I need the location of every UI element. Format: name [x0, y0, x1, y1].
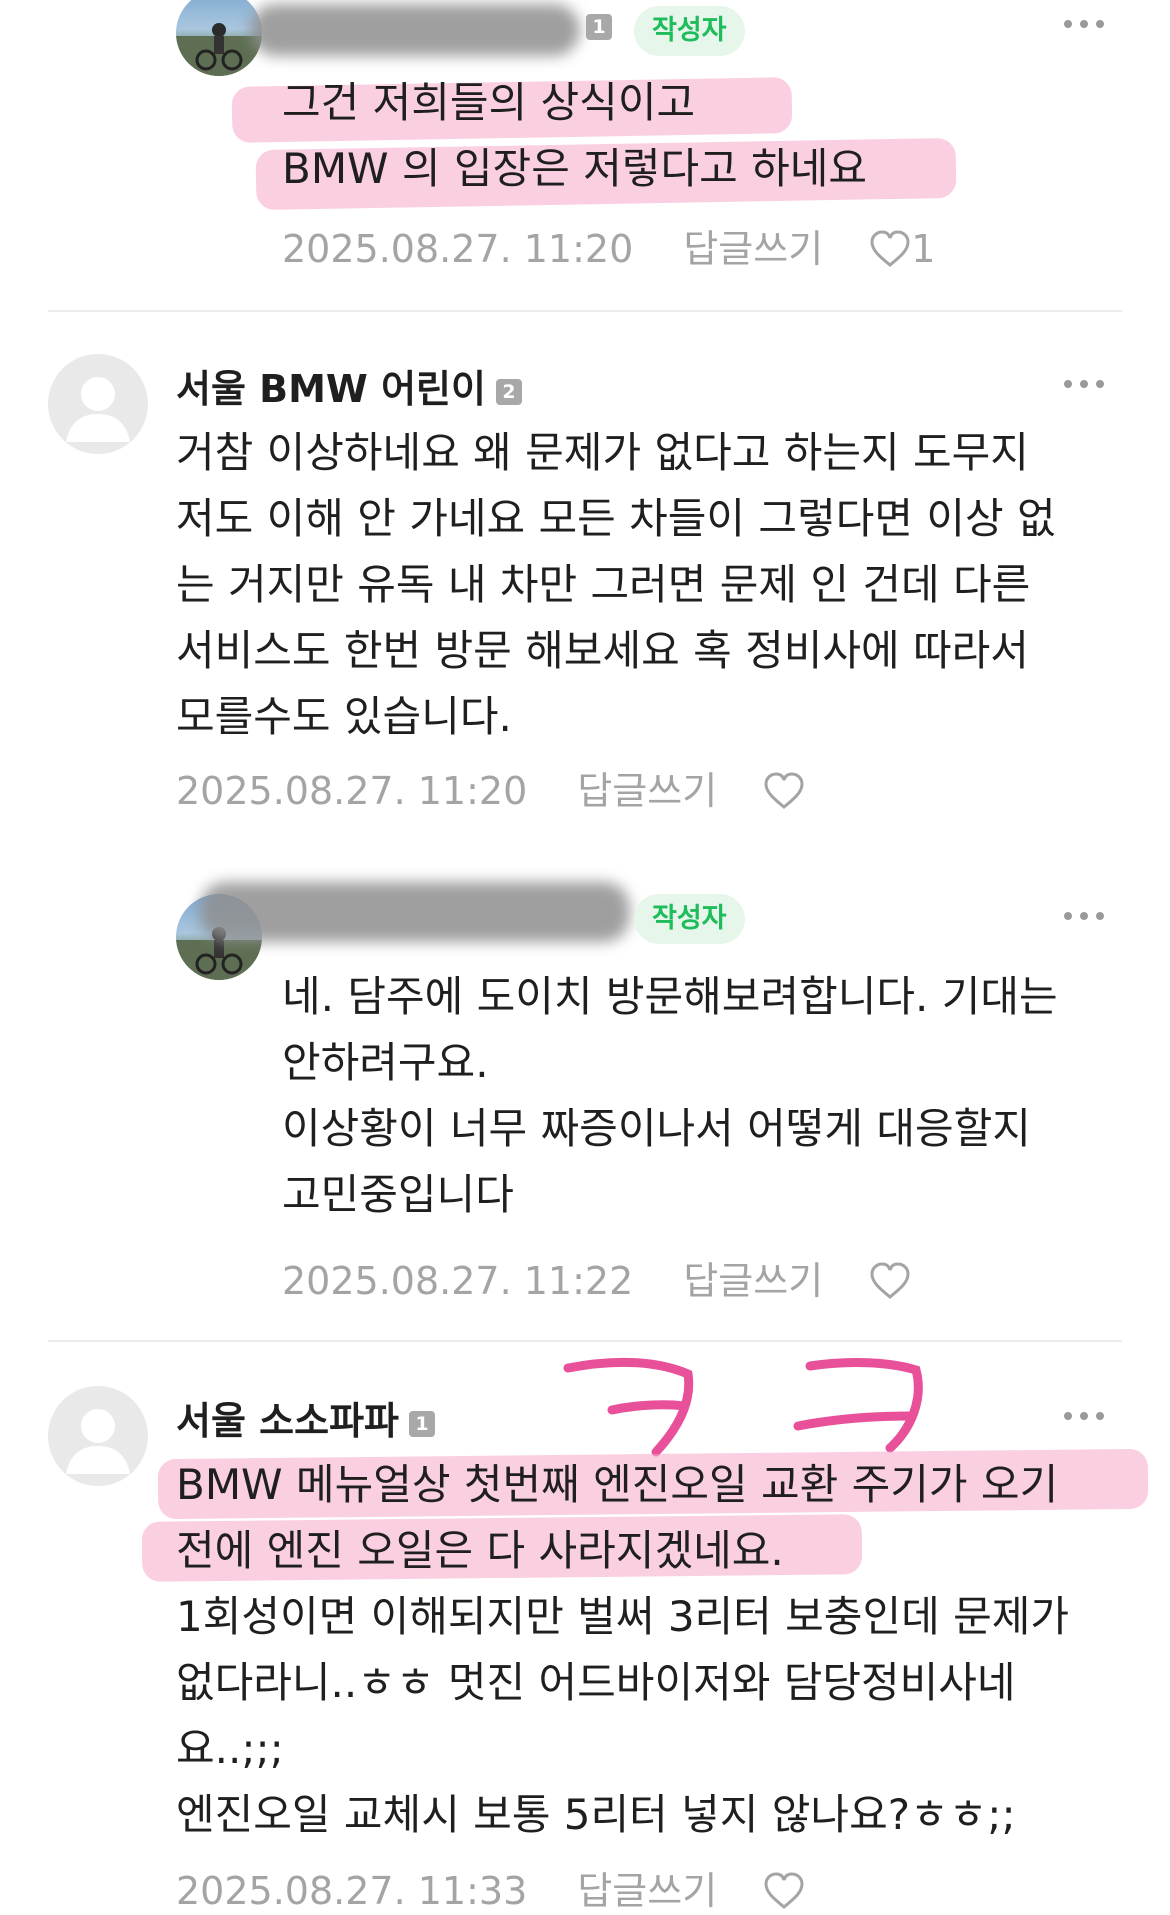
author-name-text: 서울 소소파파 — [176, 1399, 399, 1443]
comment-2: 서울 BMW 어린이 2 거참 이상하네요 왜 문제가 없다고 하는지 도무지 저… — [0, 330, 1170, 830]
timestamp: 2025.08.27. 11:22 — [282, 1259, 634, 1303]
comment-meta: 2025.08.27. 11:20 답글쓰기 — [176, 760, 805, 815]
author-badge: 작성자 — [634, 894, 745, 944]
cyclist-photo — [176, 23, 262, 76]
more-options-icon[interactable] — [1064, 20, 1104, 30]
timestamp: 2025.08.27. 11:33 — [176, 1869, 528, 1913]
comment-text: 그건 저희들의 상식이고 BMW 의 입장은 저렇다고 하네요 — [282, 78, 868, 193]
comment-meta: 2025.08.27. 11:20 답글쓰기 1 — [282, 218, 935, 273]
default-avatar[interactable] — [48, 354, 148, 454]
author-name[interactable]: 서울 소소파파 1 — [176, 1390, 435, 1445]
comment-reply-author-2: 작성자 네. 담주에 도이치 방문해보려합니다. 기대는 안하려구요. 이상황이… — [0, 860, 1170, 1310]
person-silhouette-icon — [66, 377, 130, 442]
author-badge: 작성자 — [634, 6, 745, 56]
more-options-icon[interactable] — [1064, 380, 1104, 390]
comment-text: 네. 담주에 도이치 방문해보려합니다. 기대는 안하려구요. 이상황이 너무 … — [282, 972, 1058, 1219]
comment-text: BMW 메뉴얼상 첫번째 엔진오일 교환 주기가 오기 전에 엔진 오일은 다 … — [176, 1460, 1069, 1839]
level-badge: 2 — [495, 379, 522, 405]
author-avatar[interactable] — [176, 0, 262, 76]
like-button[interactable] — [869, 1259, 911, 1303]
comment-divider — [48, 310, 1122, 312]
person-silhouette-icon — [66, 1409, 130, 1474]
level-badge: 1 — [409, 1411, 435, 1437]
heart-icon — [764, 1872, 804, 1909]
like-count: 1 — [911, 227, 936, 271]
comment-4: 서울 소소파파 1 BMW 메뉴얼상 첫번째 엔진오일 교환 주기가 오기 전에 … — [0, 1357, 1170, 1913]
level-badge: 1 — [586, 14, 612, 40]
comment-meta: 2025.08.27. 11:22 답글쓰기 — [282, 1250, 911, 1305]
comment-text: 거참 이상하네요 왜 문제가 없다고 하는지 도무지 저도 이해 안 가네요 모… — [176, 428, 1056, 741]
comment-reply-author-1: 1 작성자 그건 저희들의 상식이고 BMW 의 입장은 저렇다고 하네요 20… — [0, 0, 1170, 300]
heart-icon — [764, 772, 804, 809]
timestamp: 2025.08.27. 11:20 — [282, 227, 634, 271]
reply-button[interactable]: 답글쓰기 — [683, 218, 823, 273]
reply-button[interactable]: 답글쓰기 — [683, 1250, 823, 1305]
author-name[interactable]: 서울 BMW 어린이 2 — [176, 358, 522, 413]
default-avatar[interactable] — [48, 1386, 148, 1486]
timestamp: 2025.08.27. 11:20 — [176, 769, 528, 813]
heart-icon — [870, 230, 910, 267]
heart-icon — [870, 1262, 910, 1299]
comment-meta: 2025.08.27. 11:33 답글쓰기 — [176, 1860, 805, 1915]
like-button[interactable]: 1 — [869, 227, 935, 271]
more-options-icon[interactable] — [1064, 912, 1104, 922]
author-name-text: 서울 BMW 어린이 — [176, 367, 486, 411]
like-button[interactable] — [763, 1869, 805, 1913]
reply-button[interactable]: 답글쓰기 — [577, 1860, 717, 1915]
more-options-icon[interactable] — [1064, 1412, 1104, 1422]
reply-button[interactable]: 답글쓰기 — [577, 760, 717, 815]
blurred-author-name — [250, 4, 580, 56]
like-button[interactable] — [763, 769, 805, 813]
blurred-author-name — [200, 882, 630, 942]
